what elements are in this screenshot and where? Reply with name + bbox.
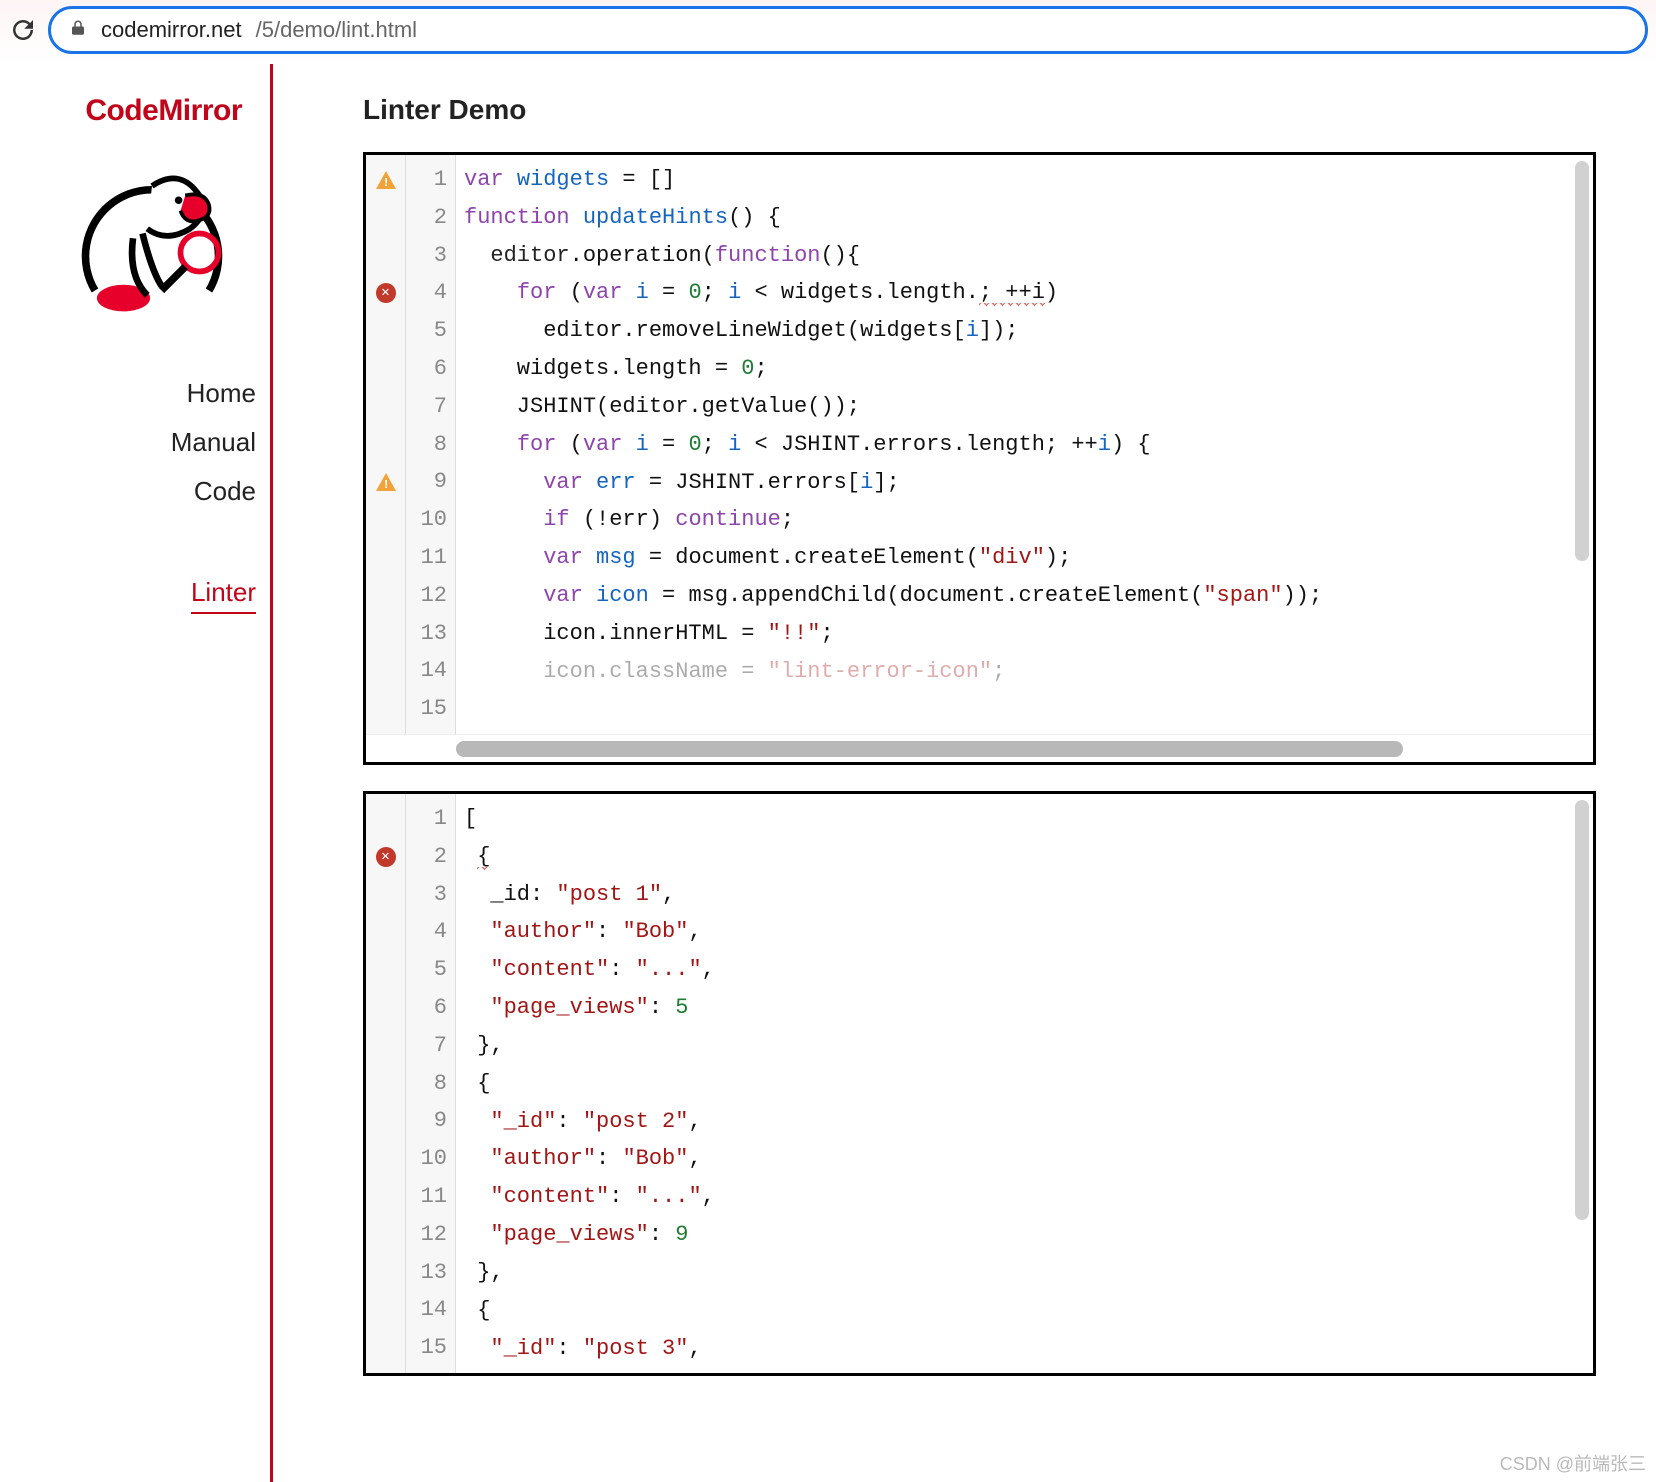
nav-linter[interactable]: Linter <box>191 577 256 614</box>
line-number: 12 <box>406 1216 447 1254</box>
code-line[interactable]: "page_views": 5 <box>464 989 1593 1027</box>
line-number: 7 <box>406 388 447 426</box>
editor-json-vscrollbar[interactable] <box>1575 800 1589 1220</box>
nav-manual[interactable]: Manual <box>171 427 256 458</box>
line-number: 15 <box>406 690 447 728</box>
address-bar[interactable]: codemirror.net/5/demo/lint.html <box>48 6 1648 54</box>
code-line[interactable]: if (!err) continue; <box>464 501 1593 539</box>
line-number: 3 <box>406 876 447 914</box>
brand-title: CodeMirror <box>85 94 262 128</box>
line-number: 8 <box>406 1065 447 1103</box>
line-number: 11 <box>406 539 447 577</box>
editor-js-code[interactable]: var widgets = []function updateHints() {… <box>456 155 1593 734</box>
sidebar: CodeMirror Home Manual Code Linter <box>0 64 273 1482</box>
line-number: 13 <box>406 615 447 653</box>
lint-warning-icon[interactable] <box>366 463 405 501</box>
code-line[interactable]: JSHINT(editor.getValue()); <box>464 388 1593 426</box>
lint-warning-icon[interactable] <box>366 161 405 199</box>
editor-js-lint-gutter: ✕ <box>366 155 406 734</box>
line-number: 13 <box>406 1254 447 1292</box>
code-line[interactable]: var msg = document.createElement("div"); <box>464 539 1593 577</box>
main-content: Linter Demo ✕ 123456789101112131415 var … <box>273 64 1656 1482</box>
lint-error-icon[interactable]: ✕ <box>366 838 405 876</box>
code-line[interactable]: widgets.length = 0; <box>464 350 1593 388</box>
line-number: 14 <box>406 1291 447 1329</box>
page-title: Linter Demo <box>363 94 1596 126</box>
line-number: 10 <box>406 501 447 539</box>
code-line[interactable]: "author": "Bob", <box>464 1140 1593 1178</box>
editor-json-line-numbers: 123456789101112131415 <box>406 794 456 1373</box>
code-line[interactable]: "page_views": 9 <box>464 1216 1593 1254</box>
line-number: 12 <box>406 577 447 615</box>
code-line[interactable]: { <box>464 1065 1593 1103</box>
reload-icon[interactable] <box>8 15 38 45</box>
code-line[interactable]: _id: "post 1", <box>464 876 1593 914</box>
line-number: 2 <box>406 199 447 237</box>
editor-js-vscrollbar[interactable] <box>1575 161 1589 561</box>
code-line[interactable]: { <box>464 1292 1593 1330</box>
code-line[interactable]: editor.operation(function(){ <box>464 237 1593 275</box>
editor-js-hscrollbar-thumb[interactable] <box>456 741 1403 757</box>
editor-js[interactable]: ✕ 123456789101112131415 var widgets = []… <box>363 152 1596 765</box>
logo <box>42 128 262 358</box>
code-line[interactable]: for (var i = 0; i < widgets.length.; ++i… <box>464 274 1593 312</box>
line-number: 7 <box>406 1027 447 1065</box>
line-number: 4 <box>406 913 447 951</box>
line-number: 5 <box>406 312 447 350</box>
line-number: 10 <box>406 1140 447 1178</box>
editor-json[interactable]: ✕ 123456789101112131415 [ { _id: "post 1… <box>363 791 1596 1376</box>
code-line[interactable]: "content": "...", <box>464 1178 1593 1216</box>
watermark: CSDN @前端张三 <box>1500 1450 1646 1476</box>
browser-top-row: codemirror.net/5/demo/lint.html <box>0 0 1656 64</box>
line-number: 4 <box>406 274 447 312</box>
line-number: 14 <box>406 652 447 690</box>
code-line[interactable]: editor.removeLineWidget(widgets[i]); <box>464 312 1593 350</box>
editor-js-line-numbers: 123456789101112131415 <box>406 155 456 734</box>
editor-js-hscrollbar-track[interactable] <box>366 734 1593 762</box>
lint-error-icon[interactable]: ✕ <box>366 274 405 312</box>
code-line[interactable]: var icon = msg.appendChild(document.crea… <box>464 577 1593 615</box>
code-line[interactable]: icon.className = "lint-error-icon"; <box>464 653 1593 691</box>
line-number: 11 <box>406 1178 447 1216</box>
editor-json-lint-gutter: ✕ <box>366 794 406 1373</box>
code-line[interactable]: var widgets = [] <box>464 161 1593 199</box>
line-number: 8 <box>406 426 447 464</box>
code-line[interactable]: "author": "Bob", <box>464 913 1593 951</box>
lock-icon <box>69 17 87 43</box>
code-line[interactable]: function updateHints() { <box>464 199 1593 237</box>
line-number: 1 <box>406 161 447 199</box>
line-number: 6 <box>406 989 447 1027</box>
nav-code[interactable]: Code <box>194 476 256 507</box>
code-line[interactable]: var err = JSHINT.errors[i]; <box>464 464 1593 502</box>
line-number: 3 <box>406 237 447 275</box>
sidebar-nav: Home Manual Code Linter <box>171 358 262 614</box>
code-line[interactable]: { <box>464 838 1593 876</box>
line-number: 15 <box>406 1329 447 1367</box>
url-host: codemirror.net <box>101 17 242 43</box>
line-number: 2 <box>406 838 447 876</box>
code-line[interactable]: "_id": "post 3", <box>464 1330 1593 1368</box>
code-line[interactable]: }, <box>464 1254 1593 1292</box>
url-path: /5/demo/lint.html <box>256 17 417 43</box>
code-line[interactable]: "content": "...", <box>464 951 1593 989</box>
line-number: 5 <box>406 951 447 989</box>
code-line[interactable]: for (var i = 0; i < JSHINT.errors.length… <box>464 426 1593 464</box>
code-line[interactable]: "_id": "post 2", <box>464 1103 1593 1141</box>
line-number: 6 <box>406 350 447 388</box>
nav-home[interactable]: Home <box>187 378 256 409</box>
line-number: 1 <box>406 800 447 838</box>
code-line[interactable]: icon.innerHTML = "!!"; <box>464 615 1593 653</box>
editor-json-code[interactable]: [ { _id: "post 1", "author": "Bob", "con… <box>456 794 1593 1373</box>
line-number: 9 <box>406 463 447 501</box>
line-number: 9 <box>406 1102 447 1140</box>
code-line[interactable]: }, <box>464 1027 1593 1065</box>
code-line[interactable]: [ <box>464 800 1593 838</box>
